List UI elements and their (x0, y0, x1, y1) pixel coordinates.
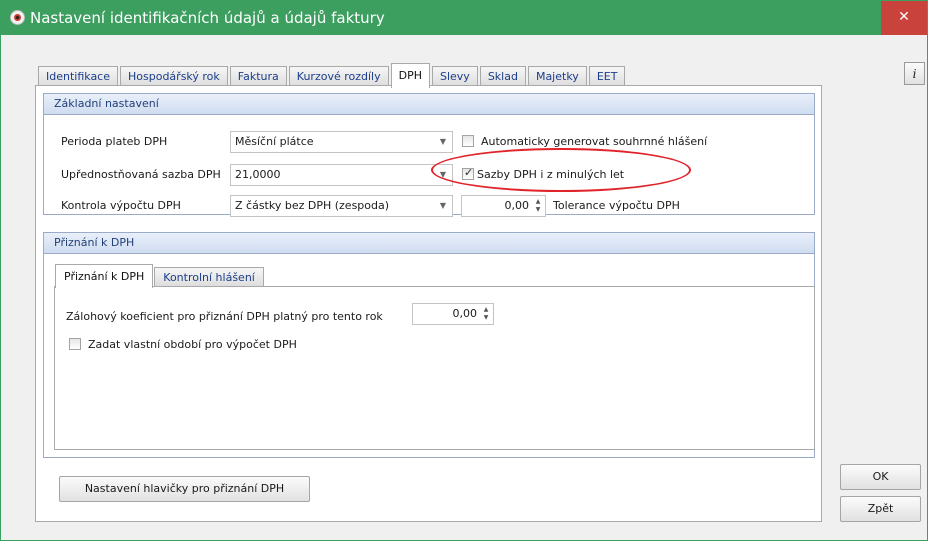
vlastni-obdobi-label: Zadat vlastní období pro výpočet DPH (88, 338, 297, 351)
tab-kurzove-rozdily[interactable]: Kurzové rozdíly (288, 66, 389, 87)
koeficient-label: Zálohový koeficient pro přiznání DPH pla… (66, 310, 383, 323)
spin-updown-icon[interactable]: ▲ ▼ (534, 198, 542, 214)
group-priznani-k-dph: Přiznání k DPH Přiznání k DPH Kontrolní h… (43, 232, 815, 458)
tolerance-value: 0,00 (504, 199, 530, 212)
close-button[interactable]: ✕ (881, 1, 927, 35)
tolerance-label: Tolerance výpočtu DPH (553, 199, 680, 212)
group-zakladni-nastaveni: Základní nastavení Perioda plateb DPH Mě… (43, 93, 815, 217)
subtab-priznani-k-dph[interactable]: Přiznání k DPH (55, 264, 154, 288)
tab-hospodarsky-rok[interactable]: Hospodářský rok (120, 66, 228, 87)
main-tabs: Identifikace Hospodářský rok Faktura Kurzov… (38, 62, 627, 88)
subtab-kontrolni-hlaseni[interactable]: Kontrolní hlášení (154, 267, 264, 287)
info-icon: i (912, 67, 917, 81)
group-header-zakladni: Základní nastavení (44, 94, 814, 115)
spin-updown-icon[interactable]: ▲ ▼ (482, 306, 490, 322)
zpet-button[interactable]: Zpět (840, 496, 921, 522)
koeficient-value: 0,00 (452, 307, 478, 320)
window-title: Nastavení identifikačních údajů a údajů … (30, 9, 385, 27)
tab-faktura[interactable]: Faktura (229, 66, 287, 87)
kontrola-select[interactable]: Z částky bez DPH (zespoda) ▼ (230, 195, 453, 217)
tab-panel-dph: Základní nastavení Perioda plateb DPH Mě… (35, 85, 822, 522)
tolerance-input[interactable]: 0,00 ▲ ▼ (461, 195, 546, 217)
chevron-down-icon[interactable]: ▼ (440, 165, 446, 185)
sazby-minulych-let-checkbox[interactable] (462, 166, 474, 180)
sazba-label: Upřednostňovaná sazba DPH (61, 168, 221, 181)
close-icon: ✕ (898, 9, 910, 25)
perioda-select[interactable]: Měsíční plátce ▼ (230, 131, 453, 153)
tab-majetky[interactable]: Majetky (527, 66, 587, 87)
subtab-panel-priznani: Zálohový koeficient pro přiznání DPH pla… (54, 286, 815, 450)
dialog-window: Nastavení identifikačních údajů a údajů … (0, 0, 928, 541)
kontrola-value: Z částky bez DPH (zespoda) (235, 199, 390, 212)
auto-souhrnne-checkbox[interactable] (462, 135, 474, 147)
tab-slevy[interactable]: Slevy (431, 66, 478, 87)
perioda-label: Perioda plateb DPH (61, 135, 168, 148)
sazby-minulych-let-label: Sazby DPH i z minulých let (477, 168, 625, 181)
chevron-down-icon[interactable]: ▼ (440, 132, 446, 152)
nastaveni-hlavicky-button[interactable]: Nastavení hlavičky pro přiznání DPH (59, 476, 310, 502)
info-button[interactable]: i (904, 62, 925, 85)
title-bar[interactable]: Nastavení identifikačních údajů a údajů … (1, 1, 927, 35)
perioda-value: Měsíční plátce (235, 135, 314, 148)
koeficient-input[interactable]: 0,00 ▲ ▼ (412, 303, 494, 325)
kontrola-label: Kontrola výpočtu DPH (61, 199, 181, 212)
auto-souhrnne-label: Automaticky generovat souhrnné hlášení (481, 135, 708, 148)
tab-eet[interactable]: EET (588, 66, 626, 87)
sazba-value: 21,0000 (235, 168, 281, 181)
tab-identifikace[interactable]: Identifikace (38, 66, 118, 87)
app-logo-icon (10, 10, 25, 25)
tab-sklad[interactable]: Sklad (479, 66, 526, 87)
group-header-priznani: Přiznání k DPH (44, 233, 814, 254)
priznani-subtabs: Přiznání k DPH Kontrolní hlášení (55, 263, 265, 288)
chevron-down-icon[interactable]: ▼ (440, 196, 446, 216)
sazba-select[interactable]: 21,0000 ▼ (230, 164, 453, 186)
ok-button[interactable]: OK (840, 464, 921, 490)
tab-dph[interactable]: DPH (390, 63, 430, 88)
vlastni-obdobi-checkbox[interactable] (69, 338, 81, 350)
